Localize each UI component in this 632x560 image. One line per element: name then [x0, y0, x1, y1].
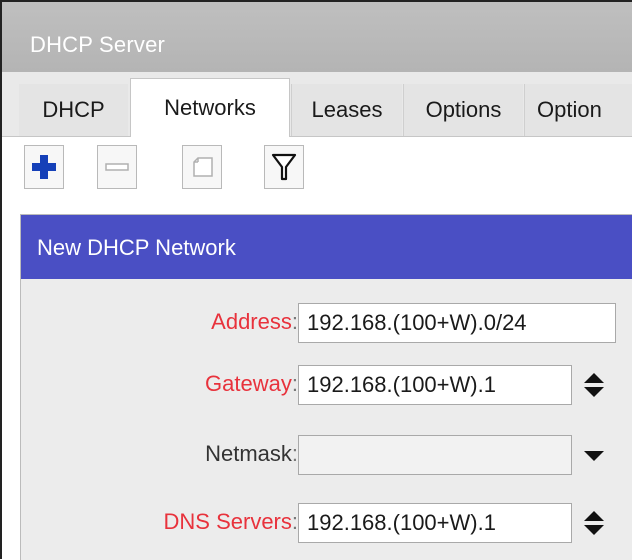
- comment-icon: [193, 157, 213, 177]
- dns-servers-row: DNS Servers: 192.168.(100+W).1: [21, 503, 632, 543]
- window-title: DHCP Server: [30, 32, 166, 57]
- new-dhcp-network-dialog: New DHCP Network Address: 192.168.(100+W…: [20, 214, 632, 560]
- remove-button[interactable]: [97, 145, 137, 189]
- add-icon: [32, 155, 56, 179]
- title-bar[interactable]: DHCP Server: [2, 2, 632, 72]
- gateway-field[interactable]: 192.168.(100+W).1: [298, 365, 572, 405]
- tab-label: Option: [537, 97, 602, 122]
- dialog-title: New DHCP Network: [37, 235, 236, 260]
- tab-label: Options: [425, 97, 502, 122]
- remove-icon: [105, 163, 129, 171]
- tab-option-sets[interactable]: Option: [524, 84, 632, 136]
- tab-label: DHCP: [42, 97, 105, 122]
- dns-servers-label: DNS Servers:: [163, 509, 298, 534]
- netmask-row: Netmask:: [21, 435, 632, 475]
- gateway-label: Gateway:: [205, 371, 298, 396]
- tab-label: Networks: [164, 95, 256, 120]
- filter-icon: [271, 153, 297, 181]
- comment-button[interactable]: [182, 145, 222, 189]
- netmask-label: Netmask:: [205, 441, 298, 466]
- tab-dhcp[interactable]: DHCP: [19, 84, 128, 136]
- dropdown-arrow-icon[interactable]: [581, 441, 607, 469]
- gateway-row: Gateway: 192.168.(100+W).1: [21, 365, 632, 405]
- dialog-title-bar[interactable]: New DHCP Network: [21, 215, 632, 279]
- up-down-arrows-icon[interactable]: [581, 509, 607, 537]
- address-field[interactable]: 192.168.(100+W).0/24: [298, 303, 616, 343]
- netmask-field[interactable]: [298, 435, 572, 475]
- address-row: Address: 192.168.(100+W).0/24: [21, 303, 632, 343]
- address-label: Address:: [211, 309, 298, 334]
- filter-button[interactable]: [264, 145, 304, 189]
- tab-leases[interactable]: Leases: [291, 84, 402, 136]
- tab-bar: DHCP Networks Leases Options Option: [2, 72, 632, 137]
- up-down-arrows-icon[interactable]: [581, 371, 607, 399]
- tab-networks[interactable]: Networks: [130, 78, 290, 137]
- toolbar: [2, 137, 632, 212]
- tab-options[interactable]: Options: [403, 84, 523, 136]
- tab-label: Leases: [311, 97, 383, 122]
- add-button[interactable]: [24, 145, 64, 189]
- dns-servers-field[interactable]: 192.168.(100+W).1: [298, 503, 572, 543]
